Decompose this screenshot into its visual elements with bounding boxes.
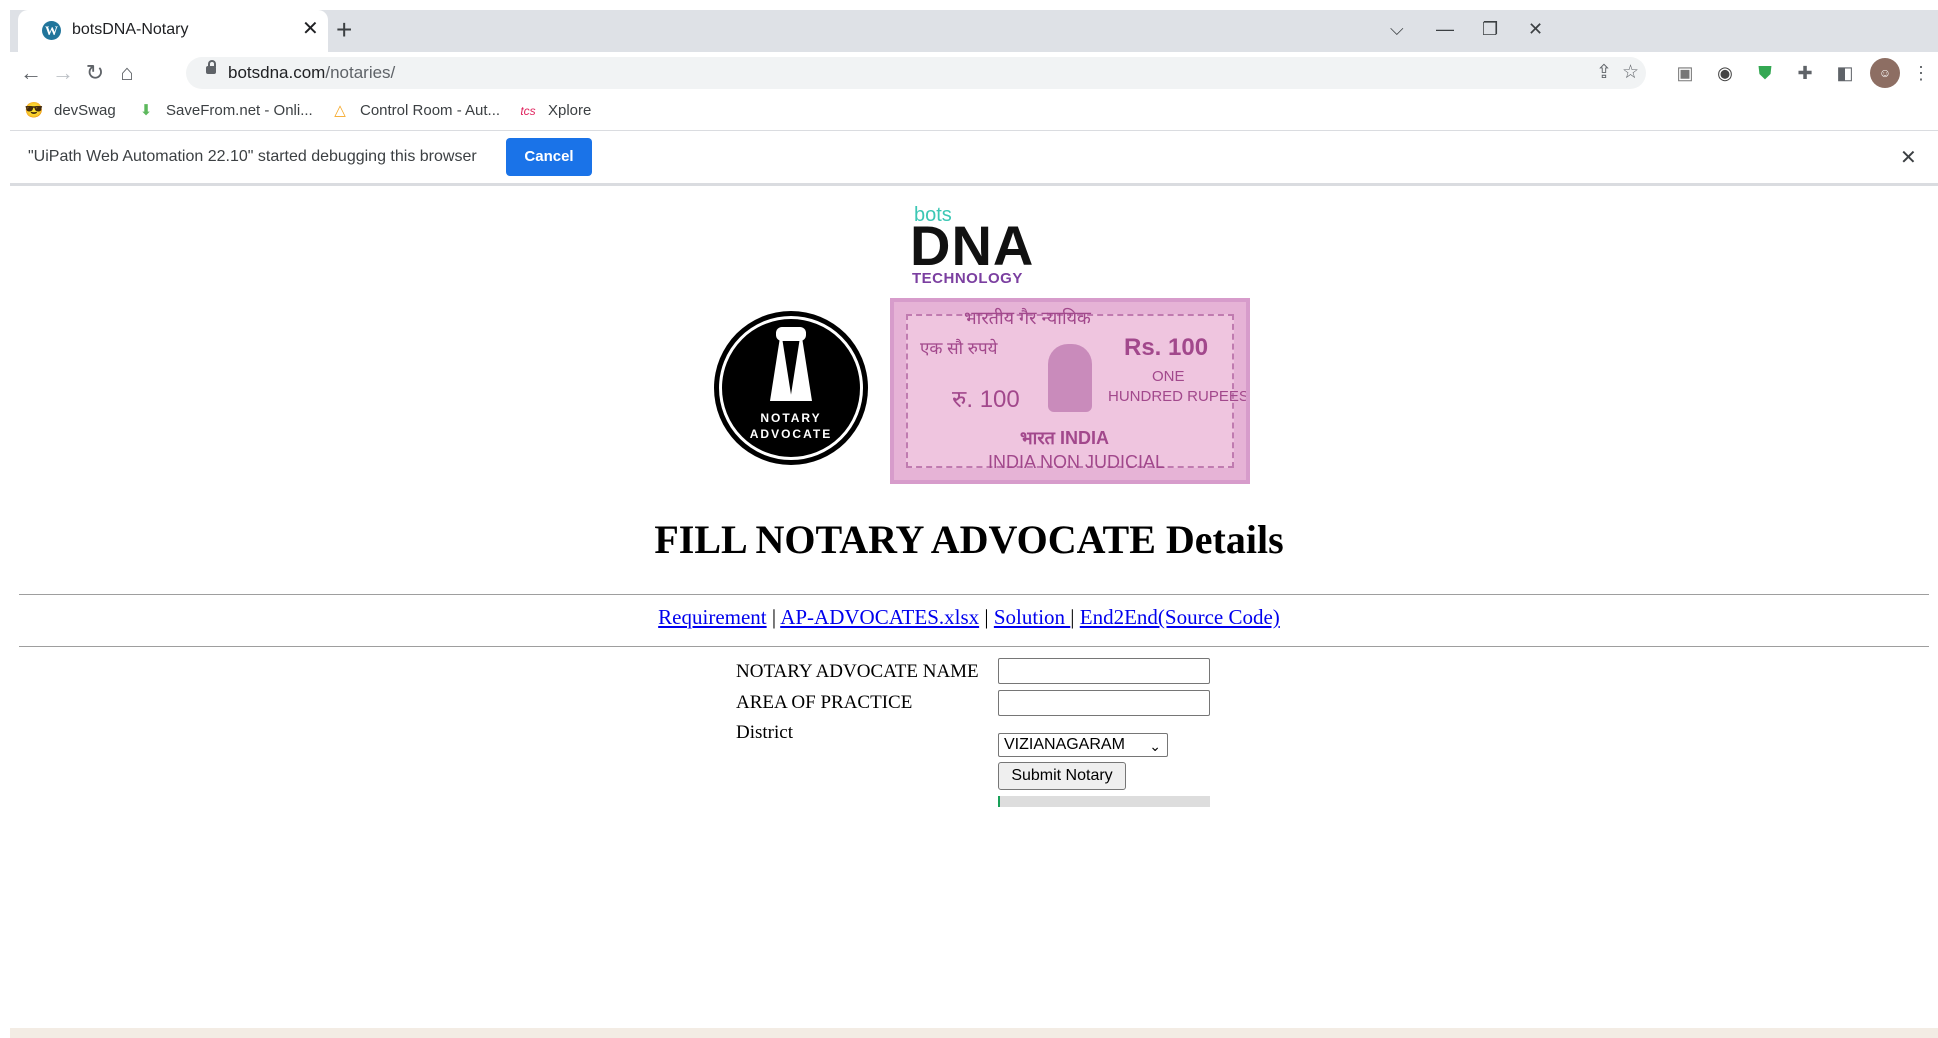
wordpress-icon: W bbox=[42, 21, 61, 40]
source-code-link[interactable]: End2End(Source Code) bbox=[1080, 605, 1280, 629]
area-of-practice-input[interactable] bbox=[998, 690, 1210, 716]
green-download-icon: ⬇ bbox=[139, 102, 153, 119]
share-icon[interactable]: ⇪ bbox=[1596, 61, 1612, 84]
window-close-icon[interactable]: ✕ bbox=[1528, 18, 1543, 40]
area-label: AREA OF PRACTICE bbox=[736, 692, 913, 713]
progress-fill bbox=[998, 796, 1000, 807]
forward-arrow-icon[interactable]: → bbox=[48, 58, 78, 88]
infobar-message: "UiPath Web Automation 22.10" started de… bbox=[28, 148, 477, 165]
address-bar[interactable]: botsdna.com/notaries/ ⇪ ☆ bbox=[186, 57, 1646, 89]
extension-profile-icon[interactable]: ▣ bbox=[1670, 58, 1700, 88]
browser-chrome: W botsDNA-Notary ✕ + ⌵ — ❐ ✕ ← → ↻ ⌂ bot… bbox=[10, 10, 1938, 196]
submit-notary-button[interactable]: Submit Notary bbox=[998, 762, 1126, 790]
bookmark-control-room[interactable]: △ Control Room - Aut... bbox=[330, 100, 500, 122]
sunglasses-emoji-icon: 😎 bbox=[24, 102, 44, 119]
solution-link[interactable]: Solution bbox=[994, 605, 1070, 629]
minimize-icon[interactable]: — bbox=[1436, 18, 1454, 40]
infobar-close-icon[interactable]: ✕ bbox=[1900, 145, 1917, 170]
botsdna-logo: bots DNA TECHNOLOGY bbox=[910, 204, 1035, 287]
bookmark-devswag[interactable]: 😎 devSwag bbox=[24, 100, 116, 122]
divider-top bbox=[19, 594, 1929, 595]
back-arrow-icon[interactable]: ← bbox=[16, 58, 46, 88]
national-emblem-icon bbox=[1048, 344, 1092, 412]
stamp-paper-image: भारतीय गैर न्यायिक एक सौ रुपये Rs. 100 र… bbox=[890, 298, 1250, 484]
bookmark-star-icon[interactable]: ☆ bbox=[1622, 61, 1639, 84]
browser-tab[interactable]: W botsDNA-Notary ✕ bbox=[18, 10, 328, 52]
web-page: bots DNA TECHNOLOGY NOTARY ADVOCATE भारत… bbox=[10, 196, 1929, 1022]
progress-bar bbox=[998, 796, 1210, 807]
xlsx-link[interactable]: AP-ADVOCATES.xlsx bbox=[780, 605, 979, 629]
extensions-puzzle-icon[interactable]: ✚ bbox=[1790, 58, 1820, 88]
menu-kebab-icon[interactable]: ⋮ bbox=[1906, 58, 1936, 88]
notary-name-input[interactable] bbox=[998, 658, 1210, 684]
reload-icon[interactable]: ↻ bbox=[80, 58, 110, 88]
extension-shield-icon[interactable]: ⛊ bbox=[1750, 58, 1780, 88]
name-label: NOTARY ADVOCATE NAME bbox=[736, 661, 979, 682]
page-heading: FILL NOTARY ADVOCATE Details bbox=[654, 517, 1284, 562]
notary-advocate-seal: NOTARY ADVOCATE bbox=[714, 311, 868, 465]
resource-links: Requirement | AP-ADVOCATES.xlsx | Soluti… bbox=[658, 605, 1280, 629]
extension-globe-icon[interactable]: ◉ bbox=[1710, 58, 1740, 88]
home-icon[interactable]: ⌂ bbox=[112, 58, 142, 88]
requirement-link[interactable]: Requirement bbox=[658, 605, 766, 629]
lock-icon[interactable] bbox=[206, 60, 216, 74]
tab-search-icon[interactable]: ⌵ bbox=[1390, 18, 1404, 40]
chevron-down-icon: ⌄ bbox=[1149, 738, 1161, 754]
cancel-button[interactable]: Cancel bbox=[506, 138, 592, 176]
tcs-icon: tcs bbox=[520, 104, 536, 118]
browser-toolbar: ← → ↻ ⌂ botsdna.com/notaries/ ⇪ ☆ ▣ ◉ ⛊ … bbox=[10, 52, 1938, 94]
district-select[interactable]: VIZIANAGARAM ⌄ bbox=[998, 733, 1168, 757]
tab-title: botsDNA-Notary bbox=[72, 21, 189, 38]
bookmarks-bar: 😎 devSwag ⬇ SaveFrom.net - Onli... △ Contro… bbox=[10, 94, 1938, 131]
profile-avatar[interactable]: ☺ bbox=[1870, 58, 1900, 88]
divider-bottom bbox=[19, 646, 1929, 647]
bookmark-savefrom[interactable]: ⬇ SaveFrom.net - Onli... bbox=[136, 100, 313, 122]
automation-anywhere-icon: △ bbox=[334, 102, 346, 119]
page-footer-strip bbox=[10, 1028, 1938, 1038]
tab-close-icon[interactable]: ✕ bbox=[302, 18, 319, 40]
bookmark-xplore[interactable]: tcs Xplore bbox=[518, 100, 591, 122]
url-text[interactable]: botsdna.com/notaries/ bbox=[228, 63, 395, 83]
new-tab-button[interactable]: + bbox=[336, 16, 352, 44]
district-label: District bbox=[736, 722, 793, 743]
tab-strip: W botsDNA-Notary ✕ + ⌵ — ❐ ✕ bbox=[10, 10, 1938, 52]
side-panel-icon[interactable]: ◧ bbox=[1830, 58, 1860, 88]
restore-icon[interactable]: ❐ bbox=[1482, 18, 1498, 40]
debugging-infobar: "UiPath Web Automation 22.10" started de… bbox=[10, 131, 1938, 186]
